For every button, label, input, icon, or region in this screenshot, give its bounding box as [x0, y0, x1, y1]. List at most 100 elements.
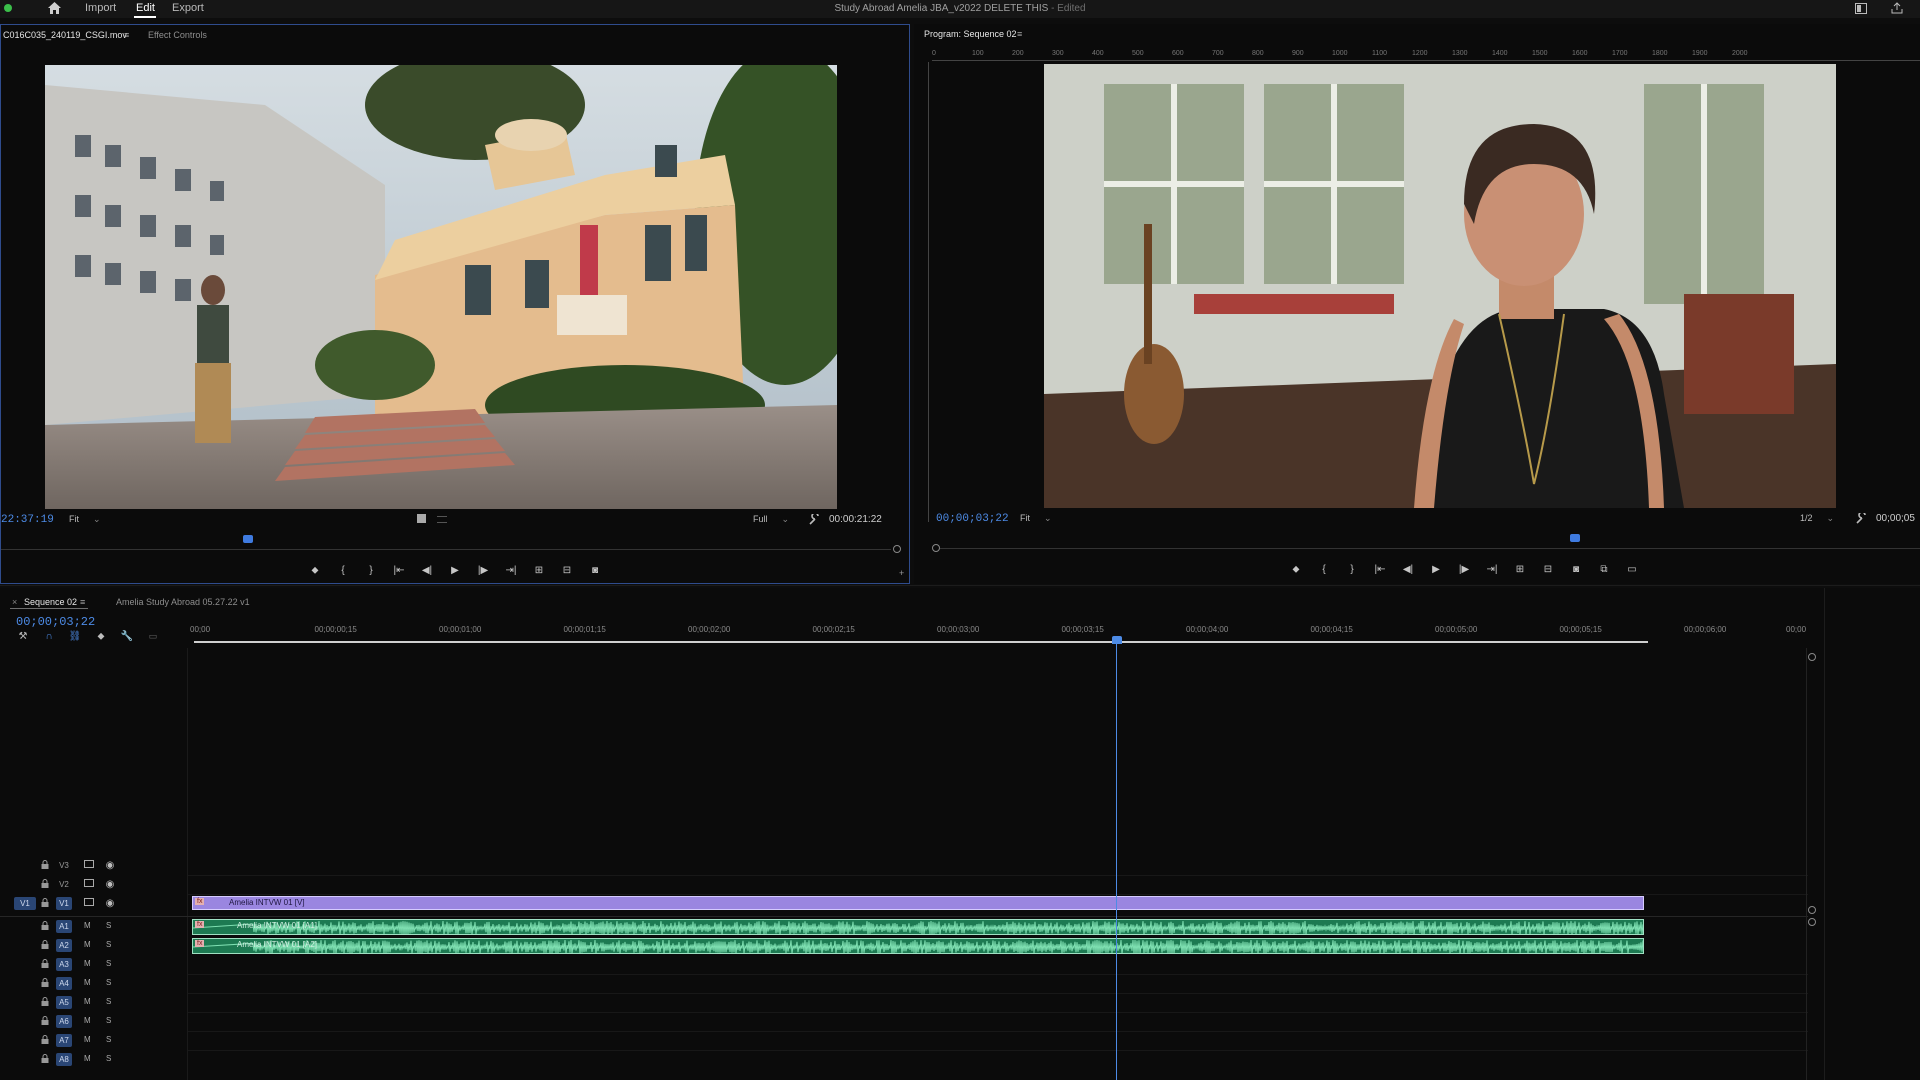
- lock-icon[interactable]: [41, 940, 49, 949]
- source-video-frame[interactable]: [45, 65, 837, 509]
- lock-icon[interactable]: [41, 921, 49, 930]
- lock-icon[interactable]: [41, 898, 49, 907]
- track-target-a4[interactable]: A4: [56, 977, 72, 990]
- extract-icon[interactable]: ⊟: [1534, 560, 1562, 578]
- solo-button[interactable]: S: [106, 921, 111, 930]
- drag-video-icon[interactable]: [417, 514, 426, 523]
- eye-icon[interactable]: ◉: [104, 897, 116, 909]
- solo-button[interactable]: S: [106, 1054, 111, 1063]
- add-marker-icon[interactable]: ⬥: [94, 631, 108, 642]
- track-target-a1[interactable]: A1: [56, 920, 72, 933]
- solo-button[interactable]: S: [106, 940, 111, 949]
- track-target-v1[interactable]: V1: [56, 897, 72, 910]
- go-to-out-icon[interactable]: ⇥|: [497, 561, 525, 579]
- solo-button[interactable]: S: [106, 997, 111, 1006]
- tab-program-sequence[interactable]: Program: Sequence 02: [924, 29, 1017, 39]
- track-target-a6[interactable]: A6: [56, 1015, 72, 1028]
- sync-lock-icon[interactable]: [84, 898, 94, 906]
- step-back-icon[interactable]: ◀|: [413, 561, 441, 579]
- wrench-icon[interactable]: [1854, 511, 1868, 525]
- solo-button[interactable]: S: [106, 1016, 111, 1025]
- close-tab-icon[interactable]: ×: [12, 597, 17, 607]
- timeline-current-timecode[interactable]: 00;00;03;22: [16, 615, 95, 629]
- program-resolution-dropdown[interactable]: 1/2 ⌄: [1800, 513, 1834, 524]
- safe-margins-icon[interactable]: ▭: [1618, 560, 1646, 578]
- audio-clip-a1[interactable]: fx Amelia INTVW 01 [A1]: [192, 919, 1644, 935]
- source-zoom-dropdown[interactable]: Fit ⌄: [69, 514, 101, 525]
- mute-button[interactable]: M: [84, 1016, 91, 1025]
- source-time-ruler[interactable]: [1, 549, 891, 550]
- timeline-playhead-head[interactable]: [1112, 636, 1122, 644]
- eye-icon[interactable]: ◉: [104, 859, 116, 871]
- tab-source-clip[interactable]: C016C035_240119_CSGI.mov: [3, 30, 127, 40]
- audio-clip-a2[interactable]: fx Amelia INTVW 01 [A2]: [192, 938, 1644, 954]
- add-marker-icon[interactable]: ⬥: [1282, 560, 1310, 578]
- drag-audio-icon[interactable]: [437, 516, 447, 523]
- panel-menu-icon[interactable]: ≡: [80, 597, 85, 607]
- lock-icon[interactable]: [41, 1054, 49, 1063]
- linked-selection-icon[interactable]: ⛓: [68, 631, 82, 642]
- overwrite-icon[interactable]: ⊟: [553, 561, 581, 579]
- wrench-icon[interactable]: [807, 512, 821, 526]
- source-scroll-end-handle[interactable]: [893, 545, 901, 553]
- source-current-timecode[interactable]: 22:37:19: [1, 514, 54, 526]
- lift-icon[interactable]: ⊞: [1506, 560, 1534, 578]
- tab-sequence-02[interactable]: Sequence 02: [24, 597, 77, 607]
- wrench-icon[interactable]: 🔧: [120, 631, 134, 642]
- source-resolution-dropdown[interactable]: Full ⌄: [753, 514, 789, 525]
- timeline-vertical-scroll-handle[interactable]: [1808, 906, 1816, 914]
- timeline-playhead-line[interactable]: [1116, 644, 1117, 1080]
- lock-icon[interactable]: [41, 1016, 49, 1025]
- mute-button[interactable]: M: [84, 940, 91, 949]
- lock-icon[interactable]: [41, 860, 49, 869]
- add-marker-icon[interactable]: ⬥: [301, 561, 329, 579]
- track-target-a2[interactable]: A2: [56, 939, 72, 952]
- program-current-timecode[interactable]: 00;00;03;22: [936, 513, 1009, 525]
- timeline-work-area-bar[interactable]: [194, 641, 1648, 643]
- play-icon[interactable]: ▶: [1422, 560, 1450, 578]
- snap-icon[interactable]: ∩: [42, 631, 56, 642]
- mute-button[interactable]: M: [84, 1054, 91, 1063]
- step-forward-icon[interactable]: |▶: [1450, 560, 1478, 578]
- solo-button[interactable]: S: [106, 959, 111, 968]
- step-forward-icon[interactable]: |▶: [469, 561, 497, 579]
- share-icon[interactable]: [1890, 1, 1904, 15]
- program-playhead-marker[interactable]: [1570, 534, 1580, 542]
- program-video-frame[interactable]: [1044, 64, 1836, 508]
- comparison-view-icon[interactable]: ⧉: [1590, 560, 1618, 578]
- lock-icon[interactable]: [41, 959, 49, 968]
- program-zoom-dropdown[interactable]: Fit ⌄: [1020, 513, 1052, 524]
- source-playhead-marker[interactable]: [243, 535, 253, 543]
- lock-icon[interactable]: [41, 1035, 49, 1044]
- captions-icon[interactable]: ▭: [146, 631, 160, 642]
- track-target-a8[interactable]: A8: [56, 1053, 72, 1066]
- sync-lock-icon[interactable]: [84, 860, 94, 868]
- track-target-a7[interactable]: A7: [56, 1034, 72, 1047]
- mark-out-icon[interactable]: }: [357, 561, 385, 579]
- source-panel-more-icon[interactable]: +: [899, 568, 904, 578]
- lock-icon[interactable]: [41, 978, 49, 987]
- panel-menu-icon[interactable]: ≡: [1017, 29, 1022, 39]
- step-back-icon[interactable]: ◀|: [1394, 560, 1422, 578]
- source-patch-v1[interactable]: V1: [14, 897, 36, 910]
- track-target-v2[interactable]: V2: [56, 878, 72, 891]
- timeline-vertical-scroll-handle[interactable]: [1808, 918, 1816, 926]
- play-icon[interactable]: ▶: [441, 561, 469, 579]
- track-target-a5[interactable]: A5: [56, 996, 72, 1009]
- lock-icon[interactable]: [41, 997, 49, 1006]
- program-time-ruler[interactable]: [940, 548, 1920, 549]
- nest-icon[interactable]: ⚒: [16, 631, 30, 642]
- solo-button[interactable]: S: [106, 1035, 111, 1044]
- export-frame-icon[interactable]: ◙: [1562, 560, 1590, 578]
- panel-menu-icon[interactable]: ≡: [124, 30, 129, 40]
- program-scroll-start-handle[interactable]: [932, 544, 940, 552]
- tab-effect-controls[interactable]: Effect Controls: [148, 30, 207, 40]
- mute-button[interactable]: M: [84, 978, 91, 987]
- mute-button[interactable]: M: [84, 959, 91, 968]
- solo-button[interactable]: S: [106, 978, 111, 987]
- mute-button[interactable]: M: [84, 1035, 91, 1044]
- track-target-a3[interactable]: A3: [56, 958, 72, 971]
- go-to-out-icon[interactable]: ⇥|: [1478, 560, 1506, 578]
- mark-out-icon[interactable]: }: [1338, 560, 1366, 578]
- insert-icon[interactable]: ⊞: [525, 561, 553, 579]
